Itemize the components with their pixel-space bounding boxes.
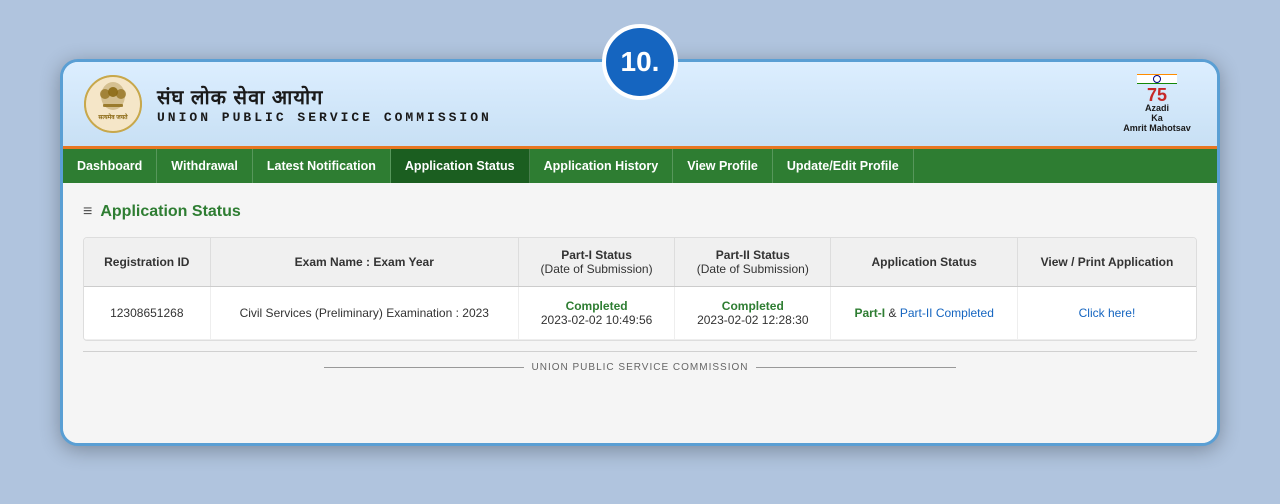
step-badge: 10. bbox=[602, 24, 678, 100]
app-status-amp: & bbox=[888, 306, 899, 320]
section-header: ≡ Application Status bbox=[83, 203, 1197, 221]
nav-application-status[interactable]: Application Status bbox=[391, 149, 530, 183]
cell-view-print: Click here! bbox=[1017, 286, 1196, 339]
col-exam-name: Exam Name : Exam Year bbox=[210, 238, 518, 287]
footer-rule-left bbox=[324, 367, 524, 368]
part2-status-text: Completed bbox=[689, 299, 816, 313]
app-status-part2-link[interactable]: Part-II Completed bbox=[900, 306, 994, 320]
cell-part2-status: Completed 2023-02-02 12:28:30 bbox=[675, 286, 831, 339]
emblem-icon: सत्यमेव जयते bbox=[83, 74, 143, 134]
nav-withdrawal[interactable]: Withdrawal bbox=[157, 149, 253, 183]
footer-rule-right bbox=[756, 367, 956, 368]
org-name-hindi: संघ लोक सेवा आयोग bbox=[157, 83, 492, 110]
svg-text:सत्यमेव जयते: सत्यमेव जयते bbox=[97, 113, 128, 121]
part1-status-text: Completed bbox=[533, 299, 660, 313]
header-text: संघ लोक सेवा आयोग UNION PUBLIC SERVICE C… bbox=[157, 83, 492, 125]
section-title: Application Status bbox=[100, 203, 240, 221]
badge-label: 10. bbox=[621, 46, 660, 78]
table-header-row: Registration ID Exam Name : Exam Year Pa… bbox=[84, 238, 1196, 287]
col-part2-status: Part-II Status(Date of Submission) bbox=[675, 238, 831, 287]
section-icon: ≡ bbox=[83, 203, 92, 221]
cell-part1-status: Completed 2023-02-02 10:49:56 bbox=[518, 286, 674, 339]
cell-registration-id: 12308651268 bbox=[84, 286, 210, 339]
org-name-english: UNION PUBLIC SERVICE COMMISSION bbox=[157, 110, 492, 125]
flag-white bbox=[1137, 75, 1177, 83]
azadi-badge: 75 Azadi Ka Amrit Mahotsav bbox=[1117, 74, 1197, 134]
part1-date: 2023-02-02 10:49:56 bbox=[533, 313, 660, 327]
nav-dashboard[interactable]: Dashboard bbox=[63, 149, 157, 183]
nav-bar: Dashboard Withdrawal Latest Notification… bbox=[63, 149, 1217, 183]
app-status-part1: Part-I bbox=[854, 306, 885, 320]
cell-application-status: Part-I & Part-II Completed bbox=[831, 286, 1018, 339]
col-registration-id: Registration ID bbox=[84, 238, 210, 287]
azadi-text: Azadi Ka Amrit Mahotsav bbox=[1123, 104, 1191, 134]
flag-green bbox=[1137, 83, 1177, 84]
view-print-link[interactable]: Click here! bbox=[1079, 306, 1136, 320]
nav-application-history[interactable]: Application History bbox=[530, 149, 674, 183]
col-view-print: View / Print Application bbox=[1017, 238, 1196, 287]
col-application-status: Application Status bbox=[831, 238, 1018, 287]
footer-line: UNION PUBLIC SERVICE COMMISSION bbox=[93, 362, 1187, 373]
flag-chakra bbox=[1153, 75, 1161, 83]
application-status-table: Registration ID Exam Name : Exam Year Pa… bbox=[84, 238, 1196, 340]
flag-icon bbox=[1137, 74, 1177, 84]
nav-latest-notification[interactable]: Latest Notification bbox=[253, 149, 391, 183]
footer-text: UNION PUBLIC SERVICE COMMISSION bbox=[532, 362, 749, 373]
header-left: सत्यमेव जयते संघ लोक सेवा आयोग UNION PUB… bbox=[83, 74, 492, 134]
nav-update-profile[interactable]: Update/Edit Profile bbox=[773, 149, 914, 183]
col-part1-status: Part-I Status(Date of Submission) bbox=[518, 238, 674, 287]
page-footer: UNION PUBLIC SERVICE COMMISSION bbox=[83, 351, 1197, 383]
part2-date: 2023-02-02 12:28:30 bbox=[689, 313, 816, 327]
main-content: ≡ Application Status Registration ID Exa… bbox=[63, 183, 1217, 443]
nav-view-profile[interactable]: View Profile bbox=[673, 149, 773, 183]
status-table-container: Registration ID Exam Name : Exam Year Pa… bbox=[83, 237, 1197, 341]
table-row: 12308651268 Civil Services (Preliminary)… bbox=[84, 286, 1196, 339]
cell-exam-name: Civil Services (Preliminary) Examination… bbox=[210, 286, 518, 339]
main-container: 10. सत्यमेव जयते संघ लोक सेवा आयोग UNION… bbox=[60, 59, 1220, 446]
header-right: 75 Azadi Ka Amrit Mahotsav bbox=[1117, 74, 1197, 134]
